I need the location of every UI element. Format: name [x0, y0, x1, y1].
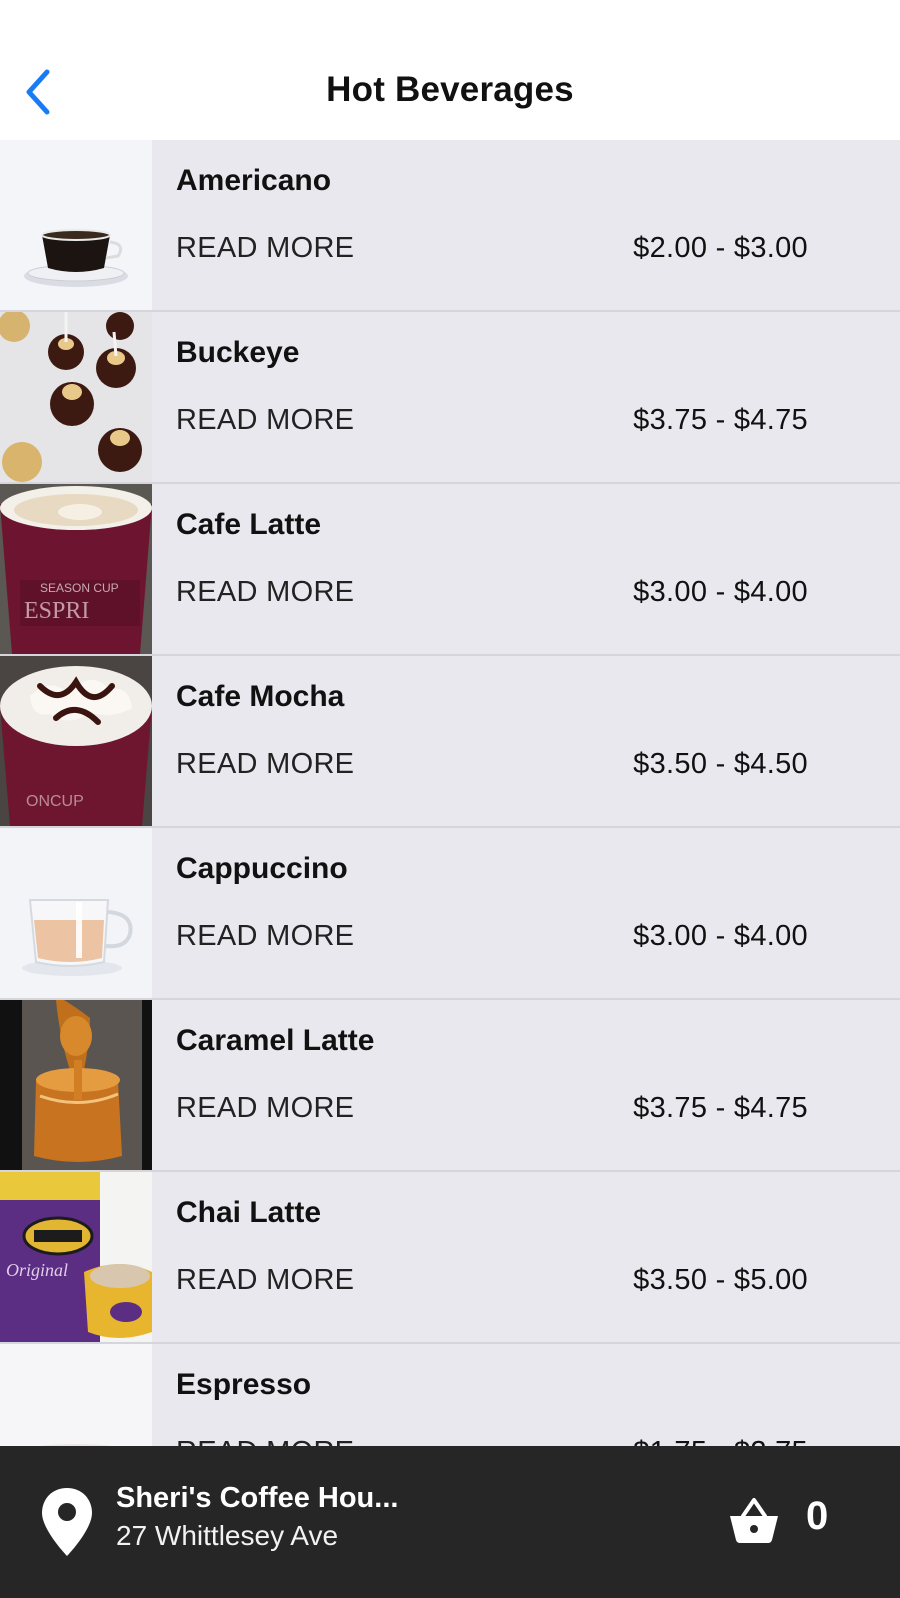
product-name: Espresso — [176, 1368, 312, 1401]
svg-text:Original: Original — [6, 1260, 68, 1280]
product-price: $3.00 - $4.00 — [633, 920, 808, 952]
product-image: SEASON CUP ESPRI — [0, 484, 152, 654]
product-row[interactable]: Caramel Latte READ MORE $3.75 - $4.75 — [0, 1000, 900, 1172]
cart-button[interactable]: 0 — [728, 1490, 868, 1554]
product-row[interactable]: Espresso READ MORE $1.75 - $2.75 — [0, 1344, 900, 1446]
product-row[interactable]: ONCUP Cafe Mocha READ MORE $3.50 - $4.50 — [0, 656, 900, 828]
product-price: $3.00 - $4.00 — [633, 576, 808, 608]
read-more-link[interactable]: READ MORE — [176, 576, 354, 609]
product-price: $2.00 - $3.00 — [633, 232, 808, 264]
basket-icon — [730, 1498, 778, 1543]
svg-text:SEASON CUP: SEASON CUP — [40, 581, 119, 595]
product-name: Cafe Latte — [176, 508, 322, 541]
product-list[interactable]: Americano READ MORE $2.00 - $3.00 Buckey… — [0, 140, 900, 1446]
product-row[interactable]: Cappuccino READ MORE $3.00 - $4.00 — [0, 828, 900, 1000]
read-more-link[interactable]: READ MORE — [176, 232, 354, 265]
svg-text:ESPRI: ESPRI — [24, 598, 89, 624]
product-image — [0, 1000, 152, 1170]
product-price: $3.50 - $4.50 — [633, 748, 808, 780]
product-price: $1.75 - $2.75 — [633, 1436, 808, 1446]
store-cart-bar: Sheri's Coffee Hou... 27 Whittlesey Ave … — [0, 1446, 900, 1598]
read-more-link[interactable]: READ MORE — [176, 748, 354, 781]
product-name: Americano — [176, 164, 332, 197]
read-more-link[interactable]: READ MORE — [176, 1264, 354, 1297]
cart-count: 0 — [806, 1494, 829, 1538]
read-more-link[interactable]: READ MORE — [176, 1092, 354, 1125]
read-more-link[interactable]: READ MORE — [176, 920, 354, 953]
nav-header: Hot Beverages — [0, 0, 900, 140]
product-name: Buckeye — [176, 336, 300, 369]
svg-text:ONCUP: ONCUP — [26, 793, 84, 810]
product-row[interactable]: Buckeye READ MORE $3.75 - $4.75 — [0, 312, 900, 484]
product-image — [0, 140, 152, 310]
product-image — [0, 1344, 152, 1446]
product-price: $3.75 - $4.75 — [633, 404, 808, 436]
store-name[interactable]: Sheri's Coffee Hou... — [116, 1482, 398, 1515]
read-more-link[interactable]: READ MORE — [176, 404, 354, 437]
product-row[interactable]: Americano READ MORE $2.00 - $3.00 — [0, 140, 900, 312]
product-image — [0, 828, 152, 998]
product-row[interactable]: Original Chai Latte READ MORE $3.50 - $5… — [0, 1172, 900, 1344]
product-price: $3.75 - $4.75 — [633, 1092, 808, 1124]
store-address: 27 Whittlesey Ave — [116, 1520, 339, 1551]
product-image — [0, 312, 152, 482]
product-name: Cafe Mocha — [176, 680, 345, 713]
page-title: Hot Beverages — [326, 70, 574, 109]
product-image: Original — [0, 1172, 152, 1342]
product-name: Cappuccino — [176, 852, 348, 885]
product-price: $3.50 - $5.00 — [633, 1264, 808, 1296]
product-row[interactable]: SEASON CUP ESPRI Cafe Latte READ MORE $3… — [0, 484, 900, 656]
product-image: ONCUP — [0, 656, 152, 826]
read-more-link[interactable]: READ MORE — [176, 1436, 354, 1446]
product-name: Chai Latte — [176, 1196, 322, 1229]
map-pin-icon[interactable] — [40, 1486, 94, 1563]
product-name: Caramel Latte — [176, 1024, 375, 1057]
